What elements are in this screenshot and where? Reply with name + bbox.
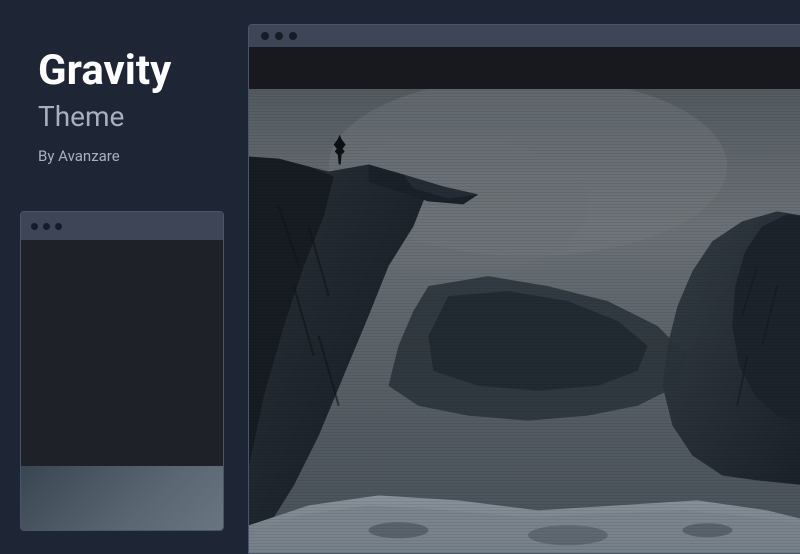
window-control-dot-icon — [31, 223, 38, 230]
window-control-dot-icon — [289, 32, 297, 40]
author-prefix: By — [38, 147, 58, 165]
window-control-dot-icon — [55, 223, 62, 230]
thumbnail-content — [21, 240, 223, 530]
thumbnail-preview-window[interactable] — [20, 211, 224, 531]
preview-content-image — [249, 89, 800, 553]
main-preview-window[interactable] — [248, 24, 800, 554]
author-name: Avanzare — [58, 147, 120, 165]
theme-title: Gravity — [38, 48, 228, 94]
thumbnail-image-preview — [21, 466, 223, 530]
theme-author: By Avanzare — [38, 147, 228, 165]
main-titlebar — [249, 25, 800, 47]
theme-subtitle: Theme — [38, 100, 228, 133]
preview-header-bar — [249, 47, 800, 89]
window-control-dot-icon — [43, 223, 50, 230]
thumbnail-titlebar — [21, 212, 223, 240]
mountain-landscape-icon — [249, 89, 800, 553]
window-control-dot-icon — [261, 32, 269, 40]
window-control-dot-icon — [275, 32, 283, 40]
